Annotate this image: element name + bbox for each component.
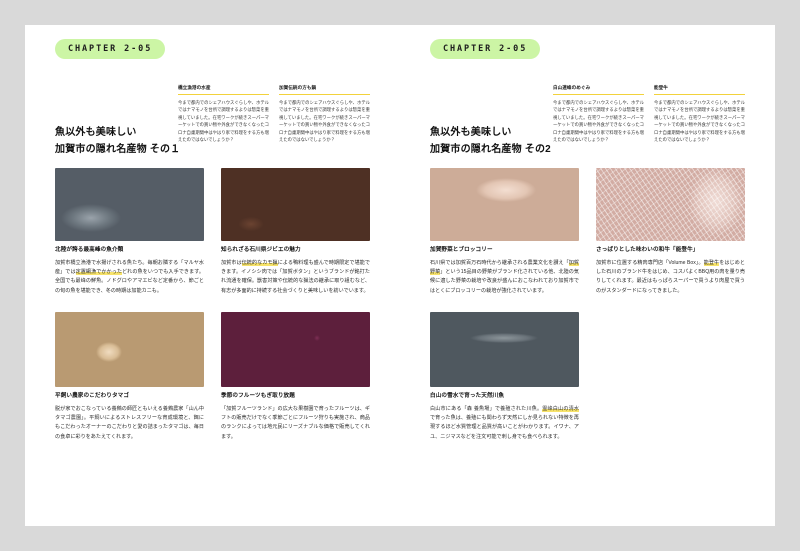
note-body: 今まで都内でのシェアハウスぐらしや、ホテルではナマモノを台所で調理するよりは惣菜… <box>654 99 745 143</box>
body-pre: 白山市にある「森 養魚場」で養殖された川魚。 <box>430 405 543 412</box>
note-title: 能登牛 <box>654 85 668 90</box>
article-body: 「加賀フルーツランド」の広大な果樹園で育ったフルーツは、ギフトの販売だけでなく季… <box>221 405 370 442</box>
note-body: 今まで都内でのシェアハウスぐらしや、ホテルではナマモノを台所で調理するよりは惣菜… <box>279 99 370 143</box>
gibier-meat-platter-photo <box>221 168 370 241</box>
article-body: 白山市にある「森 養魚場」で養殖された川魚。霊峰白山の清水で育った魚は、養殖にも… <box>430 405 579 442</box>
article-body: 脱が家でおこなっている養鶏の師匠ともいえる養鶏農家「山ん中タマゴ農園」。平飼いに… <box>55 405 204 442</box>
article-card: 北陸が誇る最高峰の魚介類 加賀市橋立漁港で水揚げされる魚たち。毎朝お隣する「マル… <box>55 168 204 296</box>
wagyu-beef-cut-photo <box>596 168 745 241</box>
article-title: 白山の雪水で育った天然川魚 <box>430 392 505 399</box>
article-card: さっぱりとした味わいの和牛「能登牛」 加賀市に位置する精肉専門店「Volume … <box>596 168 745 296</box>
article-title: 加賀野菜とブロッコリー <box>430 247 493 253</box>
note-block: 能登牛 今まで都内でのシェアハウスぐらしや、ホテルではナマモノを台所で調理するよ… <box>654 85 745 144</box>
article-title: 知られざる石川県ジビエの魅力 <box>221 247 301 253</box>
body-highlight: 能登牛 <box>703 259 720 266</box>
article-body: 加賀市橋立漁港で水揚げされる魚たち。毎朝お隣する「マルヤ水産」では定置網漁でかか… <box>55 259 204 296</box>
article-card: 知られざる石川県ジビエの魅力 加賀市は伝統的なカモ猟による鴨料理も盛んで時期限定… <box>221 168 370 296</box>
page-headline-right: 魚以外も美味しい 加賀市の隠れ名産物 その2 <box>430 127 551 155</box>
magazine-spread: CHAPTER 2-06-01 CHAPTER 2-05 橋立漁港の水産 今まで… <box>0 0 800 551</box>
body-highlight: 定置網漁でかかった <box>75 269 123 276</box>
note-body: 今まで都内でのシェアハウスぐらしや、ホテルではナマモノを台所で調理するよりは惣菜… <box>553 99 644 143</box>
body-pre: 脱が家でおこなっている養鶏の師匠ともいえる養鶏農家「山ん中タマゴ農園」。平飼いに… <box>55 405 204 440</box>
river-fish-on-cedar-photo <box>430 311 579 387</box>
article-body: 加賀市に位置する精肉専門店「Volume Box」。能登牛をはじめとした石川のブ… <box>596 259 745 296</box>
note-title: 橋立漁港の水産 <box>178 85 211 90</box>
body-post: 」という15品目の野菜がブランド化されている他、北陸の気候に適した野菜の栽培や改… <box>430 269 579 294</box>
chapter-badge-left: CHAPTER 2-05 <box>55 39 166 59</box>
page-headline-left: 魚以外も美味しい 加賀市の隠れ名産物 その１ <box>55 127 181 155</box>
note-block: 橋立漁港の水産 今まで都内でのシェアハウスぐらしや、ホテルではナマモノを台所で調… <box>178 85 269 144</box>
article-card: 平飼い農家のこだわりタマゴ 脱が家でおこなっている養鶏の師匠ともいえる養鶏農家「… <box>55 311 204 442</box>
page-right: CHAPTER 2-06-02 CHAPTER 2-05 白山連峰のめぐみ 今ま… <box>400 25 775 526</box>
grape-vineyard-photo <box>221 311 370 387</box>
note-title: 白山連峰のめぐみ <box>553 85 591 90</box>
article-title: さっぱりとした味わいの和牛「能登牛」 <box>596 247 699 253</box>
article-grid-right: 加賀野菜とブロッコリー 石川県では加賀百万石時代から継承される農業文化を讃え「加… <box>430 168 745 442</box>
article-title: 北陸が誇る最高峰の魚介類 <box>55 247 124 253</box>
note-block: 白山連峰のめぐみ 今まで都内でのシェアハウスぐらしや、ホテルではナマモノを台所で… <box>553 85 644 144</box>
grid-empty-slot <box>596 312 745 442</box>
article-title: 季節のフルーツもぎ取り放題 <box>221 392 295 399</box>
note-block: 加賀伝統の方も鍋 今まで都内でのシェアハウスぐらしや、ホテルではナマモノを台所で… <box>279 85 370 144</box>
body-post: で育った魚は、養殖にも関わらず天然にしか見られない特徴を再現するほど水質管理と品… <box>430 414 579 440</box>
note-underline <box>654 93 745 96</box>
fresh-fish-on-tray-photo <box>55 168 204 241</box>
body-pre: 石川県では加賀百万石時代から継承される農業文化を讃え「 <box>430 259 569 266</box>
body-pre: 加賀市に位置する精肉専門店「Volume Box」。 <box>596 259 704 266</box>
body-highlight: 霊峰白山の清水 <box>542 405 579 412</box>
body-highlight: 伝統的なカモ猟 <box>241 259 278 266</box>
article-card: 白山の雪水で育った天然川魚 白山市にある「森 養魚場」で養殖された川魚。霊峰白山… <box>430 311 579 442</box>
page-left: CHAPTER 2-06-01 CHAPTER 2-05 橋立漁港の水産 今まで… <box>25 25 400 526</box>
broccoli-vegetable-photo <box>430 168 579 241</box>
chapter-badge-right: CHAPTER 2-05 <box>430 39 541 59</box>
article-card: 加賀野菜とブロッコリー 石川県では加賀百万石時代から継承される農業文化を讃え「加… <box>430 168 580 296</box>
note-title: 加賀伝統の方も鍋 <box>279 85 317 90</box>
article-card: 季節のフルーツもぎ取り放題 「加賀フルーツランド」の広大な果樹園で育ったフルーツ… <box>221 311 370 442</box>
article-title: 平飼い農家のこだわりタマゴ <box>55 392 130 399</box>
article-body: 加賀市は伝統的なカモ猟による鴨料理も盛んで時期限定で堪能できます。イノシシ肉では… <box>221 259 370 296</box>
note-underline <box>279 93 370 96</box>
notes-column-right: 白山連峰のめぐみ 今まで都内でのシェアハウスぐらしや、ホテルではナマモノを台所で… <box>553 85 745 144</box>
notes-column-left: 橋立漁港の水産 今まで都内でのシェアハウスぐらしや、ホテルではナマモノを台所で調… <box>178 85 370 144</box>
article-grid-left: 北陸が誇る最高峰の魚介類 加賀市橋立漁港で水揚げされる魚たち。毎朝お隣する「マル… <box>55 168 370 442</box>
farm-eggs-in-hands-photo <box>55 311 204 387</box>
note-body: 今まで都内でのシェアハウスぐらしや、ホテルではナマモノを台所で調理するよりは惣菜… <box>178 99 269 143</box>
note-underline <box>178 93 269 96</box>
article-body: 石川県では加賀百万石時代から継承される農業文化を讃え「加賀野菜」という15品目の… <box>430 259 580 296</box>
body-pre: 加賀市は <box>221 259 242 266</box>
note-underline <box>553 93 644 96</box>
body-pre: 「加賀フルーツランド」の広大な果樹園で育ったフルーツは、ギフトの販売だけでなく季… <box>221 405 370 440</box>
